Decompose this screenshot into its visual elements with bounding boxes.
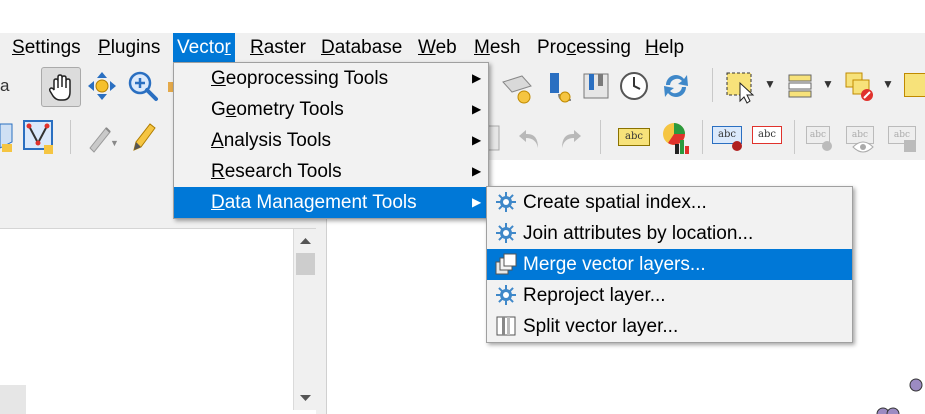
scroll-down-icon[interactable] xyxy=(296,388,315,408)
menu-raster[interactable]: Raster xyxy=(246,33,310,62)
menu-item-analysis-tools[interactable]: Analysis Tools ▶ xyxy=(174,125,488,156)
menu-item-research-tools[interactable]: Research Tools ▶ xyxy=(174,156,488,187)
eye-icon xyxy=(852,141,874,153)
menu-database[interactable]: Database xyxy=(317,33,406,62)
vector-menu: Geoprocessing Tools ▶ Geometry Tools ▶ A… xyxy=(173,62,489,219)
menu-plugins[interactable]: Plugins xyxy=(94,33,164,62)
submenu-arrow-icon: ▶ xyxy=(472,164,482,178)
scroll-up-icon[interactable] xyxy=(296,231,315,251)
select-features-icon[interactable] xyxy=(724,70,758,104)
menu-item-merge-vector-layers[interactable]: Merge vector layers... xyxy=(487,249,852,280)
merge-layers-icon xyxy=(495,253,517,275)
panel-footer-strip xyxy=(0,385,26,414)
layers-panel-scrollbar[interactable] xyxy=(293,229,317,410)
gear-icon xyxy=(496,223,516,243)
submenu-arrow-icon: ▶ xyxy=(472,102,482,116)
zoom-in-icon[interactable] xyxy=(124,68,160,104)
new-bookmark-icon[interactable] xyxy=(545,70,579,104)
dropdown-arrow-icon[interactable]: ▼ xyxy=(764,77,776,91)
toggle-editing-icon[interactable] xyxy=(128,120,160,154)
map-tips-icon[interactable] xyxy=(500,72,534,106)
highlight-pinned-labels-icon[interactable]: abc xyxy=(752,126,782,144)
submenu-arrow-icon: ▶ xyxy=(472,195,482,209)
dropdown-arrow-icon[interactable]: ▼ xyxy=(882,77,894,91)
deselect-features-icon[interactable] xyxy=(843,70,877,104)
submenu-arrow-icon: ▶ xyxy=(472,133,482,147)
undo-icon[interactable] xyxy=(516,124,544,152)
pin-icon xyxy=(732,141,742,151)
menu-web[interactable]: Web xyxy=(414,33,461,62)
diagram-tool-icon[interactable] xyxy=(660,120,694,156)
pan-hand-icon xyxy=(48,74,71,101)
menu-bar: Settings Plugins Vector Raster Database … xyxy=(0,33,925,62)
layers-panel xyxy=(0,229,316,414)
dropdown-arrow-icon[interactable]: ▼ xyxy=(822,77,834,91)
temporal-controller-icon[interactable] xyxy=(618,70,650,102)
qgis-window: { "menubar": { "items": [ {"label": "Set… xyxy=(0,0,925,414)
select-by-value-icon[interactable] xyxy=(784,70,816,102)
label-tool-icon[interactable]: abc xyxy=(618,128,650,146)
show-bookmarks-icon[interactable] xyxy=(580,70,612,102)
scrollbar-thumb[interactable] xyxy=(296,253,315,275)
map-point-feature xyxy=(909,378,923,392)
map-point-feature xyxy=(876,407,900,414)
partial-icon xyxy=(0,123,13,152)
menu-vector[interactable]: Vector xyxy=(173,33,235,62)
partial-label: a xyxy=(0,76,10,95)
pan-tool-button[interactable] xyxy=(41,67,81,107)
refresh-icon[interactable] xyxy=(660,70,692,102)
menu-item-data-management-tools[interactable]: Data Management Tools ▶ xyxy=(174,187,488,218)
gear-icon xyxy=(496,192,516,212)
pan-to-selection-icon[interactable] xyxy=(86,70,118,102)
redo-icon[interactable] xyxy=(556,124,584,152)
menu-mesh[interactable]: Mesh xyxy=(470,33,524,62)
partial-icon xyxy=(487,125,500,151)
data-management-submenu: Create spatial index... Join attributes … xyxy=(486,186,853,343)
vertex-tool-icon[interactable] xyxy=(22,119,56,155)
menu-item-join-attributes-by-location[interactable]: Join attributes by location... xyxy=(487,218,852,249)
gear-icon xyxy=(496,285,516,305)
menu-item-geometry-tools[interactable]: Geometry Tools ▶ xyxy=(174,94,488,125)
menu-settings[interactable]: Settings xyxy=(8,33,85,62)
partial-icon xyxy=(904,140,916,152)
menu-item-create-spatial-index[interactable]: Create spatial index... xyxy=(487,187,852,218)
partial-icon xyxy=(904,73,925,97)
submenu-arrow-icon: ▶ xyxy=(472,71,482,85)
menu-processing[interactable]: Processing xyxy=(533,33,635,62)
menu-item-split-vector-layer[interactable]: Split vector layer... xyxy=(487,311,852,342)
split-layer-icon xyxy=(496,316,516,336)
partial-icon xyxy=(822,141,832,151)
menu-item-geoprocessing-tools[interactable]: Geoprocessing Tools ▶ xyxy=(174,63,488,94)
menu-help[interactable]: Help xyxy=(641,33,688,62)
menu-item-reproject-layer[interactable]: Reproject layer... xyxy=(487,280,852,311)
dropdown-arrow-icon[interactable]: ▼ xyxy=(110,138,119,148)
